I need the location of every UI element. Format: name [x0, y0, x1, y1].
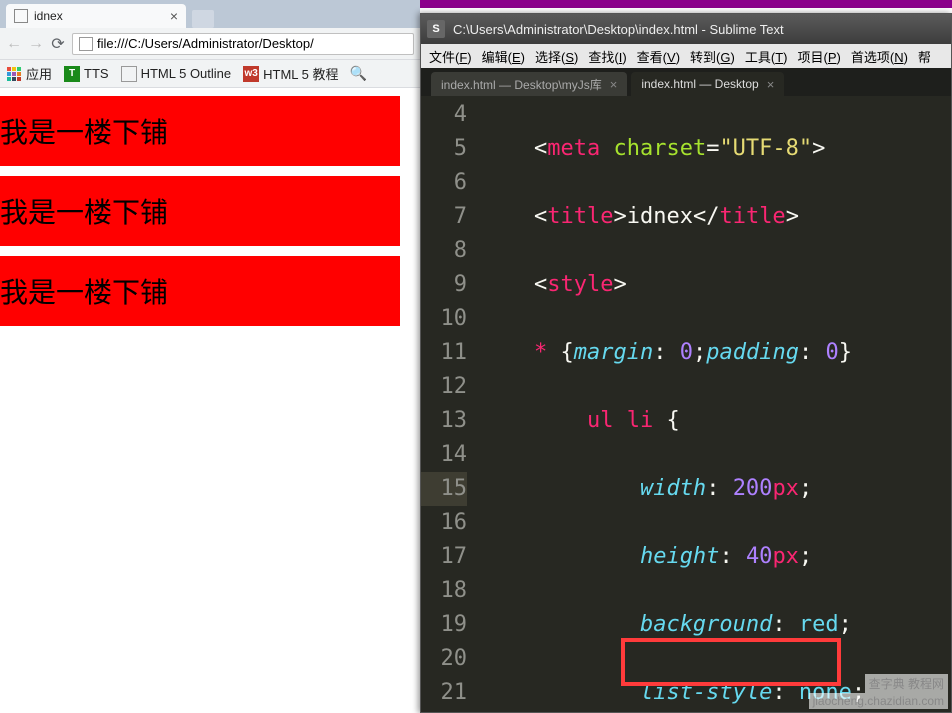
tutorial-label: HTML 5 教程: [263, 64, 338, 83]
tts-icon: T: [64, 66, 80, 82]
back-icon[interactable]: ←: [6, 35, 22, 53]
sublime-logo-icon: S: [427, 20, 445, 38]
bookmarks-bar: 应用 T TTS HTML 5 Outline w3 HTML 5 教程 🔍: [0, 60, 420, 88]
page-icon: [14, 9, 28, 23]
menu-select[interactable]: 选择(S): [531, 47, 582, 66]
chrome-tabstrip: idnex ×: [0, 0, 420, 28]
search-icon: 🔍: [351, 66, 367, 82]
sublime-menubar: 文件(F) 编辑(E) 选择(S) 查找(I) 查看(V) 转到(G) 工具(T…: [421, 44, 951, 68]
editor-tab-2[interactable]: index.html — Desktop ×: [631, 72, 784, 96]
sublime-titlebar[interactable]: S C:\Users\Administrator\Desktop\index.h…: [421, 14, 951, 44]
list-item: 我是一楼下铺: [0, 176, 400, 246]
reload-icon[interactable]: ⟳: [50, 34, 66, 54]
sublime-title-text: C:\Users\Administrator\Desktop\index.htm…: [453, 22, 784, 37]
list-item: 我是一楼下铺: [0, 96, 400, 166]
close-icon[interactable]: ×: [610, 77, 618, 92]
editor-tab-1[interactable]: index.html — Desktop\myJs库 ×: [431, 72, 627, 96]
outline-label: HTML 5 Outline: [141, 66, 232, 81]
bookmark-tts[interactable]: T TTS: [64, 66, 109, 82]
tts-label: TTS: [84, 66, 109, 81]
tab-label: index.html — Desktop: [641, 77, 758, 91]
close-tab-icon[interactable]: ×: [170, 8, 178, 24]
close-icon[interactable]: ×: [767, 77, 775, 92]
bookmark-search[interactable]: 🔍: [351, 66, 367, 82]
sublime-tabs: index.html — Desktop\myJs库 × index.html …: [421, 68, 951, 96]
menu-project[interactable]: 项目(P): [793, 47, 844, 66]
watermark-text: 查字典 教程网: [865, 674, 948, 693]
doc-icon: [121, 66, 137, 82]
menu-help[interactable]: 帮: [914, 47, 935, 66]
watermark-url: jiaocheng.chazidian.com: [809, 693, 948, 709]
editor-area[interactable]: 456789101112131415161718192021 <meta cha…: [421, 96, 951, 712]
address-text: file:///C:/Users/Administrator/Desktop/: [97, 36, 314, 51]
line-gutter: 456789101112131415161718192021: [421, 96, 481, 712]
list-item: 我是一楼下铺: [0, 256, 400, 326]
address-bar[interactable]: file:///C:/Users/Administrator/Desktop/: [72, 33, 414, 55]
menu-tools[interactable]: 工具(T): [741, 47, 792, 66]
menu-edit[interactable]: 编辑(E): [478, 47, 529, 66]
menu-goto[interactable]: 转到(G): [686, 47, 739, 66]
apps-button[interactable]: 应用: [6, 64, 52, 83]
bookmark-tutorial[interactable]: w3 HTML 5 教程: [243, 64, 338, 83]
bookmark-outline[interactable]: HTML 5 Outline: [121, 66, 232, 82]
menu-view[interactable]: 查看(V): [633, 47, 684, 66]
apps-icon: [6, 66, 22, 82]
tab-title: idnex: [34, 9, 164, 23]
forward-icon[interactable]: →: [28, 35, 44, 53]
sublime-window: S C:\Users\Administrator\Desktop\index.h…: [420, 13, 952, 713]
tab-label: index.html — Desktop\myJs库: [441, 76, 602, 93]
chrome-toolbar: ← → ⟳ file:///C:/Users/Administrator/Des…: [0, 28, 420, 60]
menu-prefs[interactable]: 首选项(N): [847, 47, 912, 66]
w3-icon: w3: [243, 66, 259, 82]
code-content[interactable]: <meta charset="UTF-8"> <title>idnex</tit…: [481, 96, 951, 712]
chrome-window: idnex × ← → ⟳ file:///C:/Users/Administr…: [0, 0, 420, 713]
menu-file[interactable]: 文件(F): [425, 47, 476, 66]
apps-label: 应用: [26, 64, 52, 83]
page-content: 我是一楼下铺 我是一楼下铺 我是一楼下铺: [0, 88, 420, 713]
new-tab-button[interactable]: [192, 10, 214, 28]
file-icon: [79, 37, 93, 51]
browser-tab[interactable]: idnex ×: [6, 4, 186, 28]
menu-find[interactable]: 查找(I): [584, 47, 630, 66]
